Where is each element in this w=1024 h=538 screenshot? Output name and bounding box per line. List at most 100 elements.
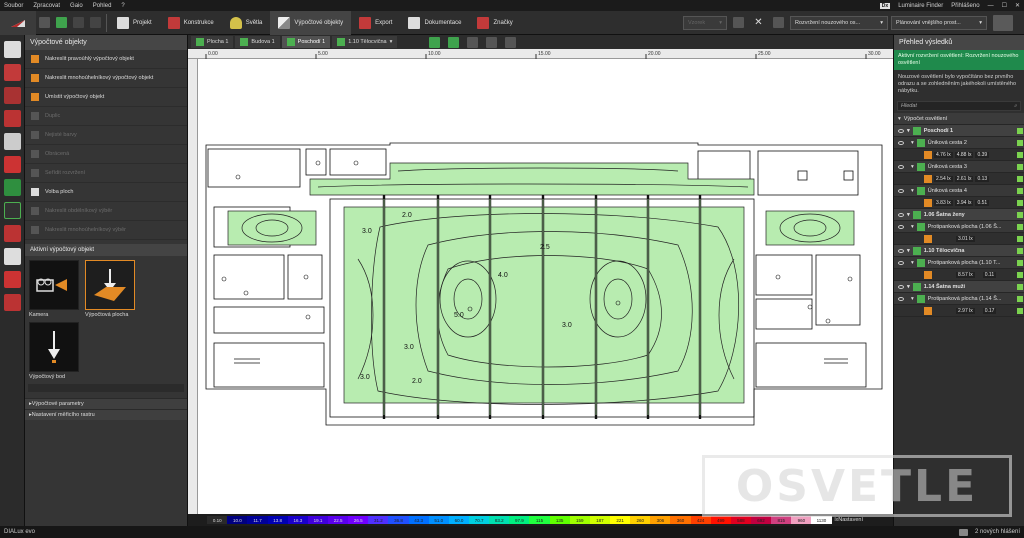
tree-escape-route[interactable]: ▾ Úniková cesta 3 <box>894 161 1024 174</box>
floor-side-icon[interactable] <box>4 87 21 104</box>
tool-item[interactable]: Umístit výpočtový objekt <box>25 88 187 107</box>
documents-side-icon[interactable] <box>4 248 21 265</box>
sample-field[interactable]: Vzorek ▾ <box>683 15 727 30</box>
tree-room[interactable]: ▾ 1.06 Šatna ženy <box>894 209 1024 222</box>
chevron-down-icon: ▾ <box>880 19 883 26</box>
tools-side-icon[interactable] <box>4 294 21 311</box>
eye-icon[interactable] <box>898 248 904 253</box>
tab-lights[interactable]: Světla <box>222 11 271 35</box>
tab-documentation[interactable]: Dokumentace <box>400 11 469 35</box>
legend-swatch: 11.7 <box>247 516 268 524</box>
measure-icon[interactable] <box>486 36 498 48</box>
project-side-icon[interactable] <box>4 41 21 58</box>
tool-item: Nakreslit obdélníkový výběr <box>25 202 187 221</box>
close-icon[interactable]: ✕ <box>753 17 764 28</box>
tool-item[interactable]: Nakreslit mnohoúhelníkový výpočtový obje… <box>25 69 187 88</box>
tool-item[interactable]: Nakreslit pravoúhlý výpočtový objekt <box>25 50 187 69</box>
calc-point-tile[interactable]: Výpočtový bod <box>25 318 187 380</box>
new-file-icon[interactable] <box>39 17 50 28</box>
tree-escape-route[interactable]: ▾ Úniková cesta 4 <box>894 185 1024 198</box>
tree-surface[interactable]: ▾ Protipanková plocha (1.10 T... <box>894 257 1024 270</box>
link-icon[interactable] <box>733 17 744 28</box>
building-side-icon[interactable] <box>4 64 21 81</box>
tab-room[interactable]: 1.10 Tělocvična ▾ <box>332 36 398 48</box>
panel-scrollbar[interactable] <box>28 384 184 392</box>
eye-icon[interactable] <box>898 128 904 133</box>
calc-surface-tile[interactable]: Výpočtová plocha <box>85 260 135 318</box>
chevron-down-icon: ▾ <box>911 163 914 170</box>
outdoor-planning-select[interactable]: Plánování vnějšího prost... ▾ <box>891 15 987 30</box>
tree-root-calc[interactable]: ▾ Výpočet osvětlení <box>894 113 1024 126</box>
legend-swatch: 960 <box>791 516 812 524</box>
tree-room[interactable]: ▾ 1.10 Tělocvična <box>894 245 1024 258</box>
status-ok-icon <box>1017 200 1023 207</box>
room-side-icon[interactable] <box>4 156 21 173</box>
save-icon[interactable] <box>56 17 67 28</box>
tab-building[interactable]: Budova 1 <box>235 36 280 48</box>
eye-icon[interactable] <box>898 164 904 169</box>
menu-edit[interactable]: Zpracovat <box>33 3 60 9</box>
align-icon[interactable] <box>505 36 517 48</box>
menu-tools[interactable]: Gaio <box>70 3 83 9</box>
eye-icon[interactable] <box>898 188 904 193</box>
floor-plan-canvas[interactable]: 2.0 2.5 3.0 4.0 5.0 3.0 2.0 3.0 3.0 <box>198 59 893 514</box>
eye-icon[interactable] <box>898 284 904 289</box>
tab-documentation-label: Dokumentace <box>424 19 462 26</box>
undo-icon[interactable] <box>73 17 84 28</box>
surface-values-row: 3.01 lx <box>894 233 1024 246</box>
tab-project[interactable]: Projekt <box>109 11 160 35</box>
view-mode-icon[interactable] <box>993 14 1013 31</box>
redo-icon[interactable] <box>90 17 101 28</box>
login-menu[interactable]: Přihlášeno <box>951 3 979 9</box>
tree-escape-route[interactable]: ▾ Úniková cesta 2 <box>894 137 1024 150</box>
wall-side-icon[interactable] <box>4 110 21 127</box>
construction-icon <box>167 16 180 29</box>
legend-settings-button[interactable]: Nastavení <box>838 517 863 523</box>
window-minimize-icon[interactable]: — <box>988 3 994 9</box>
tab-marks[interactable]: Značky <box>469 11 520 35</box>
luminaire-finder-link[interactable]: Luminaire Finder <box>898 3 943 9</box>
section-grid-settings[interactable]: ▸ Nastavení měřicího rastru <box>25 409 187 420</box>
tool-item-label: Umístit výpočtový objekt <box>45 94 105 100</box>
window-maximize-icon[interactable]: ☐ <box>1002 2 1007 9</box>
camera-tile[interactable]: Kamera <box>29 260 79 318</box>
menu-file[interactable]: Soubor <box>4 3 23 9</box>
results-search-input[interactable]: Hledat ⌕ <box>897 101 1021 112</box>
tree-surface[interactable]: ▾ Protipanková plocha (1.06 Š... <box>894 221 1024 234</box>
tab-floor[interactable]: Poschodí 1 <box>281 36 331 48</box>
settings-gear-icon[interactable] <box>773 17 784 28</box>
menu-help[interactable]: ? <box>121 3 124 9</box>
panel-title: Výpočtové objekty <box>25 35 187 50</box>
tool-item[interactable]: Volba ploch <box>25 183 187 202</box>
eye-icon[interactable] <box>898 260 904 265</box>
tree-room[interactable]: ▾ 1.14 Šatna muži <box>894 281 1024 294</box>
tool-item-label: Volba ploch <box>45 189 74 195</box>
fill-view-icon[interactable] <box>429 36 441 48</box>
eye-icon[interactable] <box>898 296 904 301</box>
eye-icon[interactable] <box>898 212 904 217</box>
calc-point-label: Výpočtový bod <box>29 374 66 380</box>
eye-icon[interactable] <box>898 140 904 145</box>
export-side-icon[interactable] <box>4 271 21 288</box>
chevron-down-icon: ▾ <box>911 223 914 230</box>
surface-name: Protipanková plocha (1.14 Š... <box>927 295 1002 302</box>
messages-count[interactable]: 2 nových hlášení <box>975 529 1020 535</box>
window-close-icon[interactable]: ✕ <box>1015 2 1020 9</box>
menu-view[interactable]: Pohled <box>93 3 112 9</box>
zoom-extents-icon[interactable] <box>448 36 460 48</box>
measure-side-icon[interactable] <box>4 225 21 242</box>
eye-icon[interactable] <box>898 224 904 229</box>
tree-surface[interactable]: ▾ Protipanková plocha (1.14 Š... <box>894 293 1024 306</box>
tab-area[interactable]: Plocha 1 <box>191 36 234 48</box>
section-calc-params[interactable]: ▸ Výpočtové parametry <box>25 398 187 409</box>
tab-construction[interactable]: Konstrukce <box>160 11 222 35</box>
tree-floor[interactable]: ▾ Poschodí 1 <box>894 125 1024 138</box>
tab-export[interactable]: Export <box>351 11 400 35</box>
visibility-side-icon[interactable] <box>4 202 21 219</box>
door-side-icon[interactable] <box>4 133 21 150</box>
lighting-scenario-select[interactable]: Rozvržení nouzového os... ▾ <box>790 15 888 30</box>
route-icon <box>916 186 925 195</box>
calc-object-side-icon[interactable] <box>4 179 21 196</box>
select-icon[interactable] <box>467 36 479 48</box>
tab-calc-objects[interactable]: Výpočtové objekty <box>270 10 352 35</box>
